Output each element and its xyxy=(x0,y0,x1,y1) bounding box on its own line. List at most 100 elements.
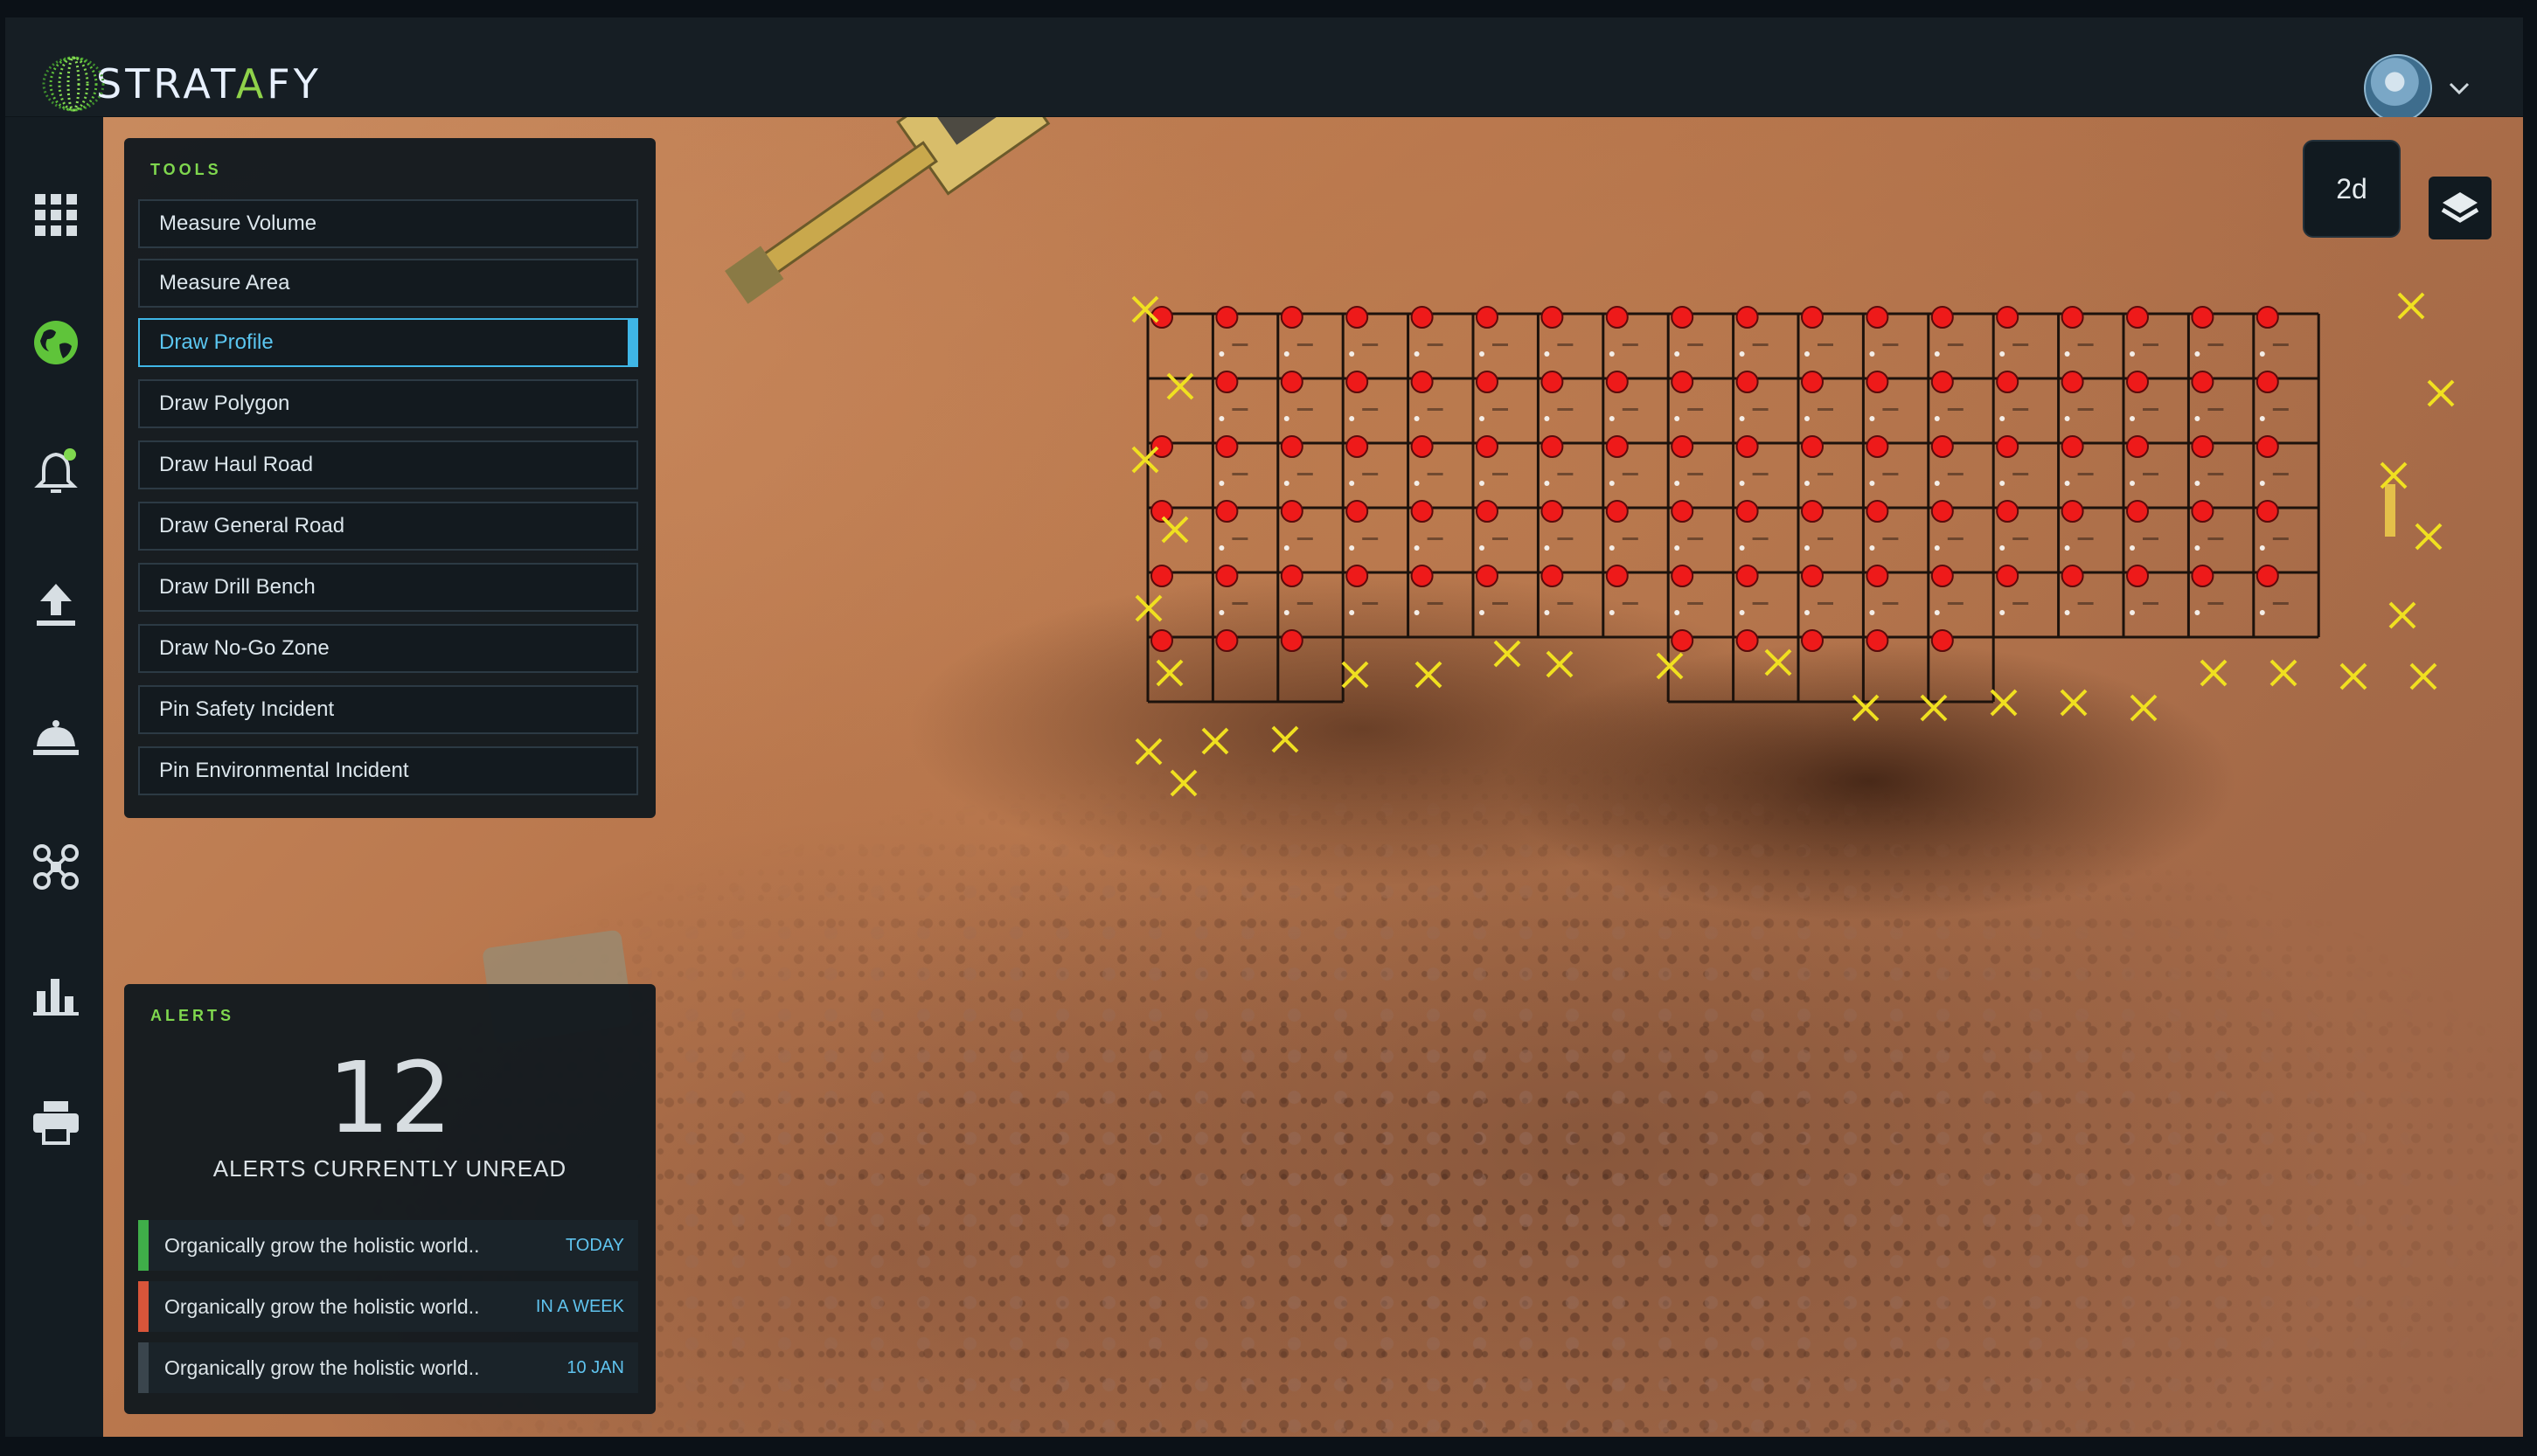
survey-point-marker[interactable] xyxy=(1161,516,1189,544)
alert-item[interactable]: Organically grow the holistic world.. 10… xyxy=(138,1342,638,1393)
brand-logo[interactable]: STRATAFY xyxy=(40,49,322,119)
bar-chart-icon[interactable] xyxy=(31,970,80,1019)
drill-hole-marker[interactable] xyxy=(1996,371,2019,393)
survey-point-marker[interactable] xyxy=(1131,446,1159,474)
drill-hole-marker[interactable] xyxy=(2255,371,2279,393)
drill-hole-marker[interactable] xyxy=(2126,306,2149,329)
survey-point-marker[interactable] xyxy=(2380,461,2408,489)
drill-hole-marker[interactable] xyxy=(1540,371,1564,393)
drill-hole-marker[interactable] xyxy=(1930,500,1954,523)
drone-icon[interactable] xyxy=(31,842,80,891)
drill-hole-marker[interactable] xyxy=(1866,306,1889,329)
drill-hole-marker[interactable] xyxy=(1671,629,1694,652)
drill-hole-marker[interactable] xyxy=(1801,565,1824,587)
tool-draw-drill-bench[interactable]: Draw Drill Bench xyxy=(138,563,638,612)
drill-hole-marker[interactable] xyxy=(1930,435,1954,458)
user-menu[interactable] xyxy=(2364,54,2472,122)
survey-point-marker[interactable] xyxy=(1170,769,1198,797)
drill-hole-marker[interactable] xyxy=(1801,629,1824,652)
survey-point-marker[interactable] xyxy=(2200,659,2228,687)
survey-point-marker[interactable] xyxy=(2269,659,2297,687)
drill-hole-marker[interactable] xyxy=(1930,306,1954,329)
drill-hole-marker[interactable] xyxy=(2191,306,2214,329)
survey-point-marker[interactable] xyxy=(2427,379,2455,407)
survey-point-marker[interactable] xyxy=(1156,659,1184,687)
tool-draw-haul-road[interactable]: Draw Haul Road xyxy=(138,440,638,489)
tool-draw-polygon[interactable]: Draw Polygon xyxy=(138,379,638,428)
drill-hole-marker[interactable] xyxy=(1930,629,1954,652)
upload-icon[interactable] xyxy=(31,580,80,629)
layers-button[interactable] xyxy=(2429,177,2492,239)
tool-draw-general-road[interactable]: Draw General Road xyxy=(138,502,638,551)
drill-hole-marker[interactable] xyxy=(1345,371,1369,393)
drill-hole-marker[interactable] xyxy=(1215,306,1239,329)
drill-hole-marker[interactable] xyxy=(1215,629,1239,652)
drill-hole-marker[interactable] xyxy=(2126,500,2149,523)
drill-hole-marker[interactable] xyxy=(1345,565,1369,587)
drill-hole-marker[interactable] xyxy=(1540,435,1564,458)
drill-hole-marker[interactable] xyxy=(1215,435,1239,458)
survey-point-marker[interactable] xyxy=(2388,601,2416,629)
drill-hole-marker[interactable] xyxy=(2061,371,2084,393)
drill-hole-marker[interactable] xyxy=(1996,565,2019,587)
chevron-down-icon[interactable] xyxy=(2446,75,2472,101)
survey-point-marker[interactable] xyxy=(1920,694,1948,722)
drill-hole-marker[interactable] xyxy=(1410,306,1434,329)
alert-item[interactable]: Organically grow the holistic world.. TO… xyxy=(138,1220,638,1271)
view-mode-2d-button[interactable]: 2d xyxy=(2303,140,2401,238)
drill-hole-marker[interactable] xyxy=(1345,306,1369,329)
survey-point-marker[interactable] xyxy=(1546,650,1574,678)
drill-hole-marker[interactable] xyxy=(1540,500,1564,523)
survey-point-marker[interactable] xyxy=(1135,738,1163,766)
drill-hole-marker[interactable] xyxy=(1215,500,1239,523)
drill-hole-marker[interactable] xyxy=(1996,435,2019,458)
drill-hole-marker[interactable] xyxy=(2191,371,2214,393)
drill-hole-marker[interactable] xyxy=(1735,371,1759,393)
survey-point-marker[interactable] xyxy=(2415,523,2443,551)
survey-point-marker[interactable] xyxy=(1990,689,2018,717)
drill-hole-marker[interactable] xyxy=(1150,629,1173,652)
drill-hole-marker[interactable] xyxy=(1801,371,1824,393)
drill-hole-marker[interactable] xyxy=(1801,500,1824,523)
drill-hole-marker[interactable] xyxy=(1735,435,1759,458)
drill-hole-marker[interactable] xyxy=(1866,565,1889,587)
drill-hole-marker[interactable] xyxy=(2061,500,2084,523)
drill-hole-marker[interactable] xyxy=(1476,565,1498,587)
survey-point-marker[interactable] xyxy=(1201,727,1229,755)
printer-icon[interactable] xyxy=(31,1098,80,1147)
drill-hole-marker[interactable] xyxy=(1605,500,1629,523)
drill-hole-marker[interactable] xyxy=(1476,371,1498,393)
drill-hole-marker[interactable] xyxy=(1801,435,1824,458)
survey-point-marker[interactable] xyxy=(1764,648,1792,676)
dome-bell-icon[interactable] xyxy=(31,711,80,760)
drill-hole-marker[interactable] xyxy=(2191,435,2214,458)
drill-hole-marker[interactable] xyxy=(2061,565,2084,587)
drill-hole-marker[interactable] xyxy=(1671,565,1694,587)
drill-hole-marker[interactable] xyxy=(2191,500,2214,523)
drill-hole-marker[interactable] xyxy=(1280,435,1303,458)
survey-point-marker[interactable] xyxy=(1414,661,1442,689)
survey-point-marker[interactable] xyxy=(1341,661,1369,689)
drill-hole-marker[interactable] xyxy=(1801,306,1824,329)
survey-point-marker[interactable] xyxy=(1493,640,1521,668)
drill-hole-marker[interactable] xyxy=(1735,629,1759,652)
drill-hole-marker[interactable] xyxy=(1345,435,1369,458)
survey-point-marker[interactable] xyxy=(1656,652,1684,680)
drill-hole-marker[interactable] xyxy=(1996,306,2019,329)
grid-apps-icon[interactable] xyxy=(31,191,80,239)
drill-bench-grid[interactable] xyxy=(1131,292,2455,797)
drill-hole-marker[interactable] xyxy=(1280,565,1303,587)
drill-hole-marker[interactable] xyxy=(2126,435,2149,458)
drill-hole-marker[interactable] xyxy=(1150,435,1173,458)
drill-hole-marker[interactable] xyxy=(1866,435,1889,458)
drill-hole-marker[interactable] xyxy=(1671,435,1694,458)
tool-measure-area[interactable]: Measure Area xyxy=(138,259,638,308)
survey-point-marker[interactable] xyxy=(1271,725,1299,753)
survey-point-marker[interactable] xyxy=(2409,662,2437,690)
tool-pin-safety-incident[interactable]: Pin Safety Incident xyxy=(138,685,638,734)
drill-hole-marker[interactable] xyxy=(1476,435,1498,458)
drill-hole-marker[interactable] xyxy=(1280,500,1303,523)
drill-hole-marker[interactable] xyxy=(1735,500,1759,523)
drill-hole-marker[interactable] xyxy=(1280,371,1303,393)
drill-hole-marker[interactable] xyxy=(1215,565,1239,587)
